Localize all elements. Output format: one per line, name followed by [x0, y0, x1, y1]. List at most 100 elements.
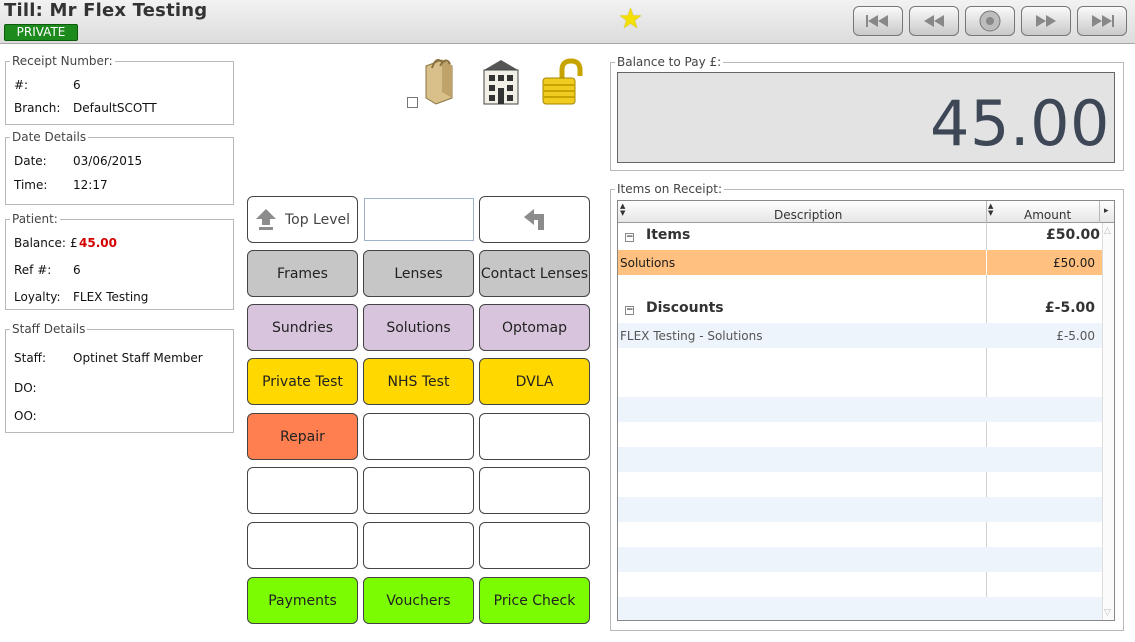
unlock-icon[interactable] — [540, 58, 586, 108]
description-column-header[interactable]: Description — [774, 208, 842, 222]
bag-icon[interactable] — [418, 56, 458, 106]
sort-icon[interactable]: ▲ ▼ — [988, 203, 993, 217]
collapse-icon[interactable]: − — [625, 233, 634, 242]
stop-icon — [979, 10, 1001, 32]
contact-lenses-button[interactable]: Contact Lenses — [479, 250, 590, 297]
empty-row — [618, 447, 1104, 472]
nhs-test-button[interactable]: NHS Test — [363, 358, 474, 405]
column-separator — [986, 201, 987, 223]
dvla-button[interactable]: DVLA — [479, 358, 590, 405]
group-name: Items — [646, 227, 691, 243]
empty-row — [618, 397, 1104, 422]
first-icon — [866, 15, 888, 27]
top-level-button[interactable]: Top Level — [247, 196, 358, 243]
previous-icon — [924, 15, 944, 27]
receipt-number-value: 6 — [73, 78, 81, 92]
group-name: Discounts — [646, 300, 724, 316]
vouchers-button[interactable]: Vouchers — [363, 577, 474, 624]
receipt-number-group: Receipt Number: #: 6 Branch: DefaultSCOT… — [5, 54, 234, 125]
table-row[interactable]: FLEX Testing - Solutions £-5.00 — [618, 323, 1104, 348]
page-title: Till: Mr Flex Testing — [4, 0, 208, 21]
date-details-legend: Date Details — [10, 130, 89, 144]
scroll-down-icon[interactable]: ▽ — [1104, 608, 1111, 618]
receipt-grid[interactable]: ▲ ▼ Description ▲ ▼ Amount ▸ − Items £50.0… — [617, 200, 1115, 621]
header-bar: Till: Mr Flex Testing PRIVATE ★ — [0, 0, 1135, 44]
do-label: DO: — [14, 381, 37, 395]
branch-label: Branch: — [14, 101, 61, 115]
row-description: FLEX Testing - Solutions — [620, 329, 763, 343]
group-total: £-5.00 — [1044, 300, 1095, 316]
empty-button[interactable] — [247, 467, 358, 514]
empty-button[interactable] — [363, 467, 474, 514]
currency-symbol: £ — [70, 236, 78, 250]
balance-display: 45.00 — [617, 72, 1115, 163]
patient-balance-value: 45.00 — [79, 236, 117, 250]
ref-label: Ref #: — [14, 263, 52, 277]
balance-to-pay-legend: Balance to Pay £: — [615, 55, 724, 69]
empty-button[interactable] — [247, 522, 358, 569]
next-icon — [1036, 15, 1056, 27]
date-value: 03/06/2015 — [73, 154, 143, 168]
column-separator — [1099, 201, 1100, 223]
patient-group: Patient: Balance: £ 45.00 Ref #: 6 Loyal… — [5, 212, 234, 310]
private-test-button[interactable]: Private Test — [247, 358, 358, 405]
staff-details-group: Staff Details Staff: Optinet Staff Membe… — [5, 322, 234, 433]
group-row-discounts[interactable]: − Discounts £-5.00 — [618, 296, 1104, 321]
date-label: Date: — [14, 154, 47, 168]
repair-button[interactable]: Repair — [247, 413, 358, 460]
next-record-button[interactable] — [1021, 6, 1071, 36]
lenses-button[interactable]: Lenses — [363, 250, 474, 297]
empty-button[interactable] — [479, 522, 590, 569]
first-record-button[interactable] — [853, 6, 903, 36]
empty-button[interactable] — [479, 467, 590, 514]
collapse-icon[interactable]: − — [625, 306, 634, 315]
stop-button[interactable] — [965, 6, 1015, 36]
till-window: Till: Mr Flex Testing PRIVATE ★ Receipt … — [0, 0, 1135, 642]
receipt-number-label: #: — [14, 78, 29, 92]
previous-record-button[interactable] — [909, 6, 959, 36]
loyalty-value: FLEX Testing — [73, 290, 149, 304]
column-separator — [986, 250, 987, 275]
back-arrow-icon — [523, 208, 544, 230]
vertical-scrollbar[interactable]: △ ▽ — [1102, 223, 1114, 620]
items-on-receipt-legend: Items on Receipt: — [615, 182, 725, 196]
bag-checkbox[interactable] — [407, 97, 418, 108]
empty-button[interactable] — [363, 522, 474, 569]
row-amount: £50.00 — [1053, 256, 1095, 270]
group-row-items[interactable]: − Items £50.00 — [618, 223, 1104, 248]
row-amount: £-5.00 — [1056, 329, 1095, 343]
last-icon — [1092, 15, 1114, 27]
empty-row — [618, 547, 1104, 572]
back-button[interactable] — [479, 196, 590, 243]
status-badge: PRIVATE — [4, 24, 78, 41]
staff-details-legend: Staff Details — [10, 322, 88, 336]
empty-button[interactable] — [363, 413, 474, 460]
empty-button[interactable] — [479, 413, 590, 460]
balance-label: Balance: — [14, 236, 66, 250]
arrow-up-icon — [255, 208, 276, 230]
star-icon[interactable]: ★ — [618, 5, 643, 33]
time-value: 12:17 — [73, 178, 108, 192]
top-level-label: Top Level — [284, 211, 351, 228]
price-check-button[interactable]: Price Check — [479, 577, 590, 624]
last-record-button[interactable] — [1077, 6, 1127, 36]
solutions-button[interactable]: Solutions — [363, 304, 474, 351]
sundries-button[interactable]: Sundries — [247, 304, 358, 351]
building-icon[interactable] — [480, 58, 522, 106]
row-description: Solutions — [620, 256, 676, 270]
ref-value: 6 — [73, 263, 81, 277]
payments-button[interactable]: Payments — [247, 577, 358, 624]
scroll-up-icon[interactable]: △ — [1104, 226, 1111, 236]
oo-label: OO: — [14, 409, 37, 423]
top-level-input[interactable] — [364, 198, 474, 241]
frames-button[interactable]: Frames — [247, 250, 358, 297]
amount-column-header[interactable]: Amount — [1024, 208, 1071, 222]
table-row[interactable]: Solutions £50.00 — [618, 250, 1104, 275]
staff-value: Optinet Staff Member — [73, 351, 203, 365]
column-chooser-icon[interactable]: ▸ — [1104, 206, 1109, 216]
optomap-button[interactable]: Optomap — [479, 304, 590, 351]
sort-icon[interactable]: ▲ ▼ — [620, 203, 625, 217]
empty-row — [618, 597, 1104, 620]
branch-value: DefaultSCOTT — [73, 101, 157, 115]
group-total: £50.00 — [1045, 227, 1100, 243]
